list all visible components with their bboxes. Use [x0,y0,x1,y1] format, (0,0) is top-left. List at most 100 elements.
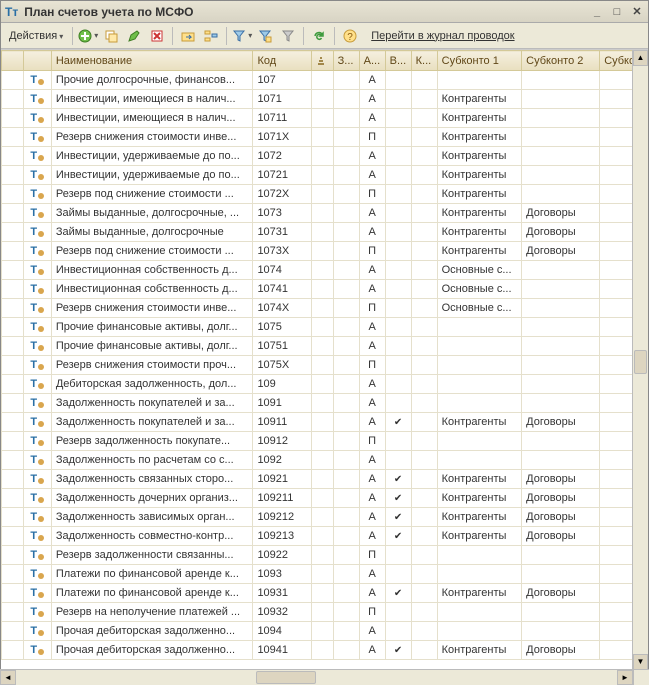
account-icon: Т [30,492,44,504]
app-window: Tт План счетов учета по МСФО _ □ ✕ Дейст… [0,0,649,685]
scroll-left-button[interactable]: ◄ [0,670,16,685]
move-button[interactable] [178,26,198,46]
filter-off-button[interactable] [278,26,298,46]
cell-k [411,584,437,603]
account-icon: Т [30,207,44,219]
cell-type: П [359,242,385,261]
col-marker[interactable] [2,51,24,71]
col-sub2[interactable]: Субконто 2 [522,51,600,71]
col-z[interactable]: З... [333,51,359,71]
actions-menu[interactable]: Действия [5,30,67,42]
row-type-icon-cell: Т [23,508,51,527]
cell-v [385,204,411,223]
row-marker [2,128,24,147]
horizontal-scrollbar[interactable]: ◄ ► [0,669,649,685]
hscroll-thumb[interactable] [256,671,316,684]
table-row[interactable]: ТЗаймы выданные, долгосрочные10731АКонтр… [2,223,648,242]
delete-button[interactable] [147,26,167,46]
journal-link[interactable]: Перейти в журнал проводок [371,30,514,42]
scroll-thumb[interactable] [634,350,647,374]
edit-button[interactable] [124,26,144,46]
cell-k [411,603,437,622]
table-row[interactable]: ТЗадолженность зависимых орган...109212А… [2,508,648,527]
cell-k [411,451,437,470]
col-v[interactable]: В... [385,51,411,71]
table-row[interactable]: ТИнвестиционная собственность д...1074АО… [2,261,648,280]
table-row[interactable]: ТРезерв задолженность покупате...10912П [2,432,648,451]
hierarchy-button[interactable] [201,26,221,46]
table-row[interactable]: ТРезерв снижения стоимости инве...1071XП… [2,128,648,147]
table-row[interactable]: ТРезерв на неполучение платежей ...10932… [2,603,648,622]
filter-by-value-button[interactable] [255,26,275,46]
table-row[interactable]: ТРезерв снижения стоимости инве...1074XП… [2,299,648,318]
account-icon: Т [30,606,44,618]
cell-k [411,242,437,261]
col-sort[interactable] [311,51,333,71]
cell-z [333,603,359,622]
table-row[interactable]: ТЗадолженность покупателей и за...1091А [2,394,648,413]
row-marker [2,299,24,318]
add-button[interactable] [78,26,98,46]
cell-k [411,147,437,166]
table-row[interactable]: ТПрочая дебиторская задолженно...10941А✔… [2,641,648,660]
col-a[interactable]: А... [359,51,385,71]
minimize-button[interactable]: _ [590,5,604,19]
table-row[interactable]: ТПрочие финансовые активы, долг...10751А [2,337,648,356]
table-row[interactable]: ТЗаймы выданные, долгосрочные, ...1073АК… [2,204,648,223]
table-row[interactable]: ТЗадолженность совместно-контр...109213А… [2,527,648,546]
table-row[interactable]: ТРезерв под снижение стоимости ...1073XП… [2,242,648,261]
table-row[interactable]: ТЗадолженность дочерних организ...109211… [2,489,648,508]
scroll-track[interactable] [633,66,648,654]
scroll-up-button[interactable]: ▲ [633,50,648,66]
help-button[interactable]: ? [340,26,360,46]
cell-z [333,280,359,299]
maximize-button[interactable]: □ [610,5,624,19]
vertical-scrollbar[interactable]: ▲ ▼ [632,50,648,670]
cell-sort [311,641,333,660]
table-row[interactable]: ТИнвестиции, удерживаемые до по...10721А… [2,166,648,185]
col-name[interactable]: Наименование [51,51,253,71]
table-row[interactable]: ТЗадолженность связанных сторо...10921А✔… [2,470,648,489]
account-icon: Т [30,625,44,637]
scroll-right-button[interactable]: ► [617,670,633,685]
row-marker [2,109,24,128]
table-row[interactable]: ТИнвестиции, удерживаемые до по...1072АК… [2,147,648,166]
cell-z [333,375,359,394]
copy-button[interactable] [101,26,121,46]
col-sub1[interactable]: Субконто 1 [437,51,522,71]
table-row[interactable]: ТРезерв снижения стоимости проч...1075XП [2,356,648,375]
table-row[interactable]: ТЗадолженность покупателей и за...10911А… [2,413,648,432]
check-icon: ✔ [394,493,402,504]
table-row[interactable]: ТПрочие финансовые активы, долг...1075А [2,318,648,337]
table-row[interactable]: ТПлатежи по финансовой аренде к...10931А… [2,584,648,603]
cell-name: Резерв снижения стоимости инве... [51,299,253,318]
close-button[interactable]: ✕ [630,5,644,19]
cell-sub2: Договоры [522,223,600,242]
table-row[interactable]: ТРезерв задолженности связанны...10922П [2,546,648,565]
table-row[interactable]: ТЗадолженность по расчетам со с...1092А [2,451,648,470]
refresh-button[interactable] [309,26,329,46]
col-icon[interactable] [23,51,51,71]
refresh-icon [312,29,326,43]
cell-z [333,546,359,565]
col-code[interactable]: Код [253,51,312,71]
cell-sub1 [437,71,522,90]
hscroll-track[interactable] [16,670,617,685]
cell-sort [311,109,333,128]
col-k[interactable]: К... [411,51,437,71]
table-row[interactable]: ТДебиторская задолженность, дол...109А [2,375,648,394]
cell-sub2 [522,394,600,413]
table-row[interactable]: ТИнвестиции, имеющиеся в налич...10711АК… [2,109,648,128]
cell-v: ✔ [385,470,411,489]
filter-set-button[interactable] [232,26,252,46]
scroll-down-button[interactable]: ▼ [633,654,648,670]
cell-name: Задолженность покупателей и за... [51,413,253,432]
table-row[interactable]: ТПлатежи по финансовой аренде к...1093А [2,565,648,584]
table-row[interactable]: ТИнвестиции, имеющиеся в налич...1071АКо… [2,90,648,109]
table-row[interactable]: ТПрочая дебиторская задолженно...1094А [2,622,648,641]
window-title: План счетов учета по МСФО [24,5,590,19]
table-row[interactable]: ТИнвестиционная собственность д...10741А… [2,280,648,299]
table-row[interactable]: ТПрочие долгосрочные, финансов...107А [2,71,648,90]
cell-z [333,584,359,603]
table-row[interactable]: ТРезерв под снижение стоимости ...1072XП… [2,185,648,204]
